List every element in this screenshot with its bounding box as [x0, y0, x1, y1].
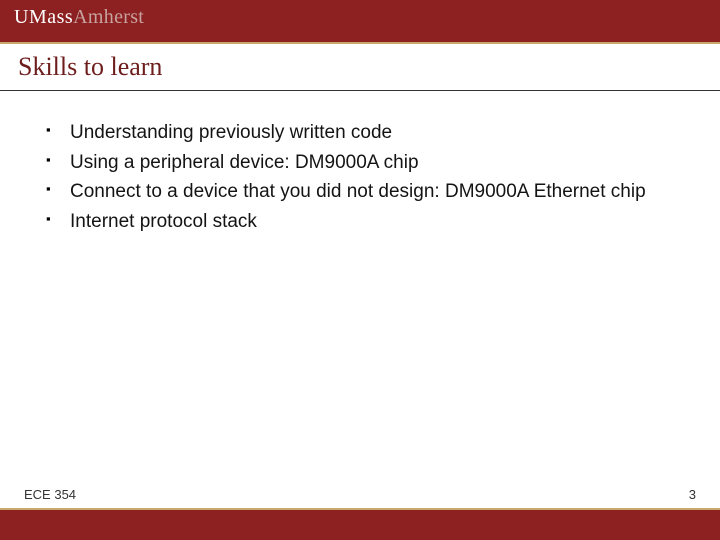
footer-band	[0, 508, 720, 540]
logo-word-amherst: Amherst	[73, 6, 144, 29]
bullet-list: Understanding previously written code Us…	[70, 119, 674, 235]
footer-course-label: ECE 354	[24, 487, 76, 502]
header-band: UMass Amherst	[0, 0, 720, 42]
list-item: Using a peripheral device: DM9000A chip	[70, 149, 674, 177]
list-item: Connect to a device that you did not des…	[70, 178, 674, 206]
umass-logo: UMass Amherst	[14, 6, 144, 29]
slide-container: UMass Amherst Skills to learn Understand…	[0, 0, 720, 540]
list-item: Understanding previously written code	[70, 119, 674, 147]
title-area: Skills to learn	[0, 44, 720, 86]
footer-wrap: ECE 354 3	[0, 508, 720, 540]
footer-page-number: 3	[689, 487, 696, 502]
list-item: Internet protocol stack	[70, 208, 674, 236]
slide-title: Skills to learn	[18, 52, 702, 82]
logo-word-umass: UMass	[14, 6, 73, 29]
content-area: Understanding previously written code Us…	[0, 91, 720, 508]
